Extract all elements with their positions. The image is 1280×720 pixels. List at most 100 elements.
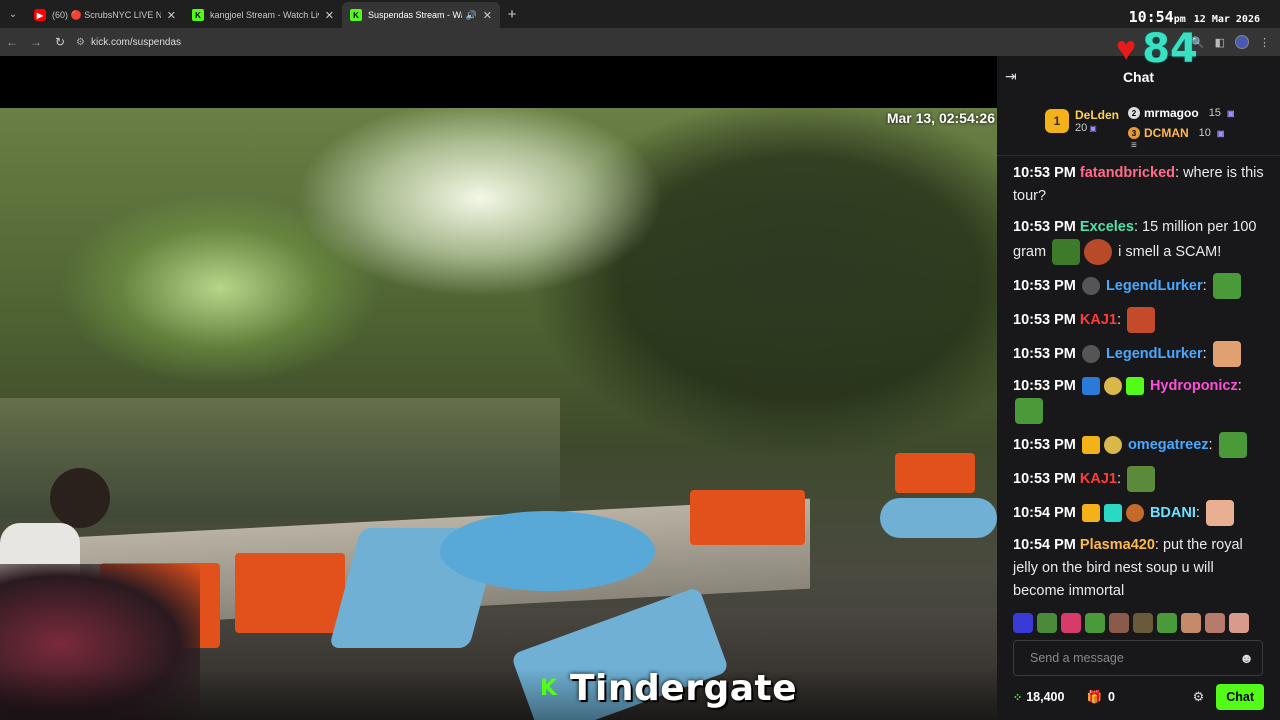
chat-input[interactable]: Send a message ☻: [1013, 640, 1263, 676]
chat-message: 10:53 PM omegatreez:: [1013, 432, 1268, 458]
user-badge: [1125, 504, 1144, 522]
new-tab-button[interactable]: +: [500, 6, 524, 23]
crown-badge: [1081, 504, 1100, 522]
gifter-count: 10: [1198, 127, 1211, 139]
emote: [1127, 466, 1156, 492]
clock-time: 10:54: [1128, 8, 1174, 26]
msg-user[interactable]: BDANI: [1150, 505, 1196, 521]
menu-icon[interactable]: ⋮: [1259, 36, 1270, 49]
address-bar-icons: 🔍 ◧ ⋮: [1191, 35, 1270, 49]
rank-badge: 1: [1045, 109, 1069, 133]
rank-3-icon: 3: [1128, 127, 1140, 139]
points-icon: ⁘: [1013, 691, 1023, 704]
url-field[interactable]: ⚙ kick.com/suspendas: [76, 31, 1191, 53]
emote-button[interactable]: [1133, 613, 1153, 633]
profile-avatar[interactable]: [1235, 35, 1249, 49]
gift-count: 0: [1108, 690, 1115, 704]
gifter-2[interactable]: 2 mrmagoo 15 ▣: [1128, 106, 1235, 120]
heart-count: 84: [1142, 26, 1198, 72]
tab-title: Suspendas Stream - Watch: [368, 10, 462, 20]
top-gifters: 1 DeLden 20 ▣ 2 mrmagoo 15 ▣ 3 DCMAN 10 ▣…: [997, 96, 1280, 156]
emote-button[interactable]: [1109, 613, 1129, 633]
expand-icon[interactable]: ≡: [1131, 140, 1137, 151]
browser-tab-1[interactable]: ▶ (60) 🔴 ScrubsNYC LIVE New Y ✕: [26, 2, 184, 28]
gifter-name: DeLden: [1075, 108, 1120, 122]
emote: [1127, 307, 1156, 333]
caption-text: Tindergate: [570, 668, 798, 709]
video-player[interactable]: Mar 13, 02:54:26 K Tindergate: [0, 56, 997, 720]
msg-time: 10:53 PM: [1013, 165, 1076, 181]
send-chat-button[interactable]: Chat: [1216, 684, 1264, 710]
gifter-3[interactable]: 3 DCMAN 10 ▣: [1128, 126, 1224, 140]
gifter-count: 20: [1075, 122, 1088, 134]
msg-time: 10:53 PM: [1013, 378, 1076, 394]
crown-badge: [1081, 436, 1100, 454]
emote-button[interactable]: [1205, 613, 1225, 633]
emoji-icon[interactable]: ☻: [1239, 650, 1254, 666]
user-badge: [1103, 377, 1122, 396]
kick-icon: K: [350, 9, 362, 21]
user-badge: [1125, 377, 1144, 396]
msg-user[interactable]: KAJ1: [1080, 471, 1117, 487]
user-badge: [1081, 277, 1100, 295]
heart-counter-overlay: ♥ 84: [1116, 26, 1198, 72]
site-info-icon[interactable]: ⚙: [76, 37, 85, 48]
collapse-chat-icon[interactable]: ⇥: [1005, 68, 1017, 85]
msg-user[interactable]: omegatreez: [1128, 437, 1209, 453]
msg-time: 10:53 PM: [1013, 470, 1076, 487]
browser-tab-bar: ⌄ ▶ (60) 🔴 ScrubsNYC LIVE New Y ✕ K kang…: [0, 0, 1280, 28]
chat-panel: ⇥ Chat 1 DeLden 20 ▣ 2 mrmagoo 15 ▣ 3 DCM…: [997, 56, 1280, 720]
speaker-icon[interactable]: 🔊: [466, 10, 477, 21]
tab-title: kangjoel Stream - Watch Live o: [210, 10, 319, 20]
emote-button[interactable]: [1061, 613, 1081, 633]
clock-ampm: pm: [1173, 14, 1186, 25]
sub-gift-icon: ▣: [1089, 124, 1097, 133]
chat-message: 10:53 PM LegendLurker:: [1013, 341, 1268, 367]
stream-caption: K Tindergate: [540, 668, 797, 709]
gift-icon: 🎁: [1086, 689, 1103, 704]
chat-messages: 10:53 PM fatandbricked: where is this to…: [1013, 162, 1268, 611]
msg-user[interactable]: Hydroponicz: [1150, 378, 1238, 394]
user-badge: [1103, 436, 1122, 454]
msg-time: 10:53 PM: [1013, 436, 1076, 453]
back-icon[interactable]: ←: [0, 35, 24, 49]
close-icon[interactable]: ✕: [325, 9, 334, 22]
emote-button[interactable]: [1181, 613, 1201, 633]
msg-time: 10:54 PM: [1013, 504, 1076, 521]
msg-time: 10:53 PM: [1013, 277, 1076, 294]
chat-input-placeholder: Send a message: [1030, 651, 1124, 665]
msg-user[interactable]: fatandbricked: [1080, 165, 1175, 181]
msg-user[interactable]: LegendLurker: [1106, 346, 1203, 362]
browser-tab-2[interactable]: K kangjoel Stream - Watch Live o ✕: [184, 2, 342, 28]
heart-icon: ♥: [1116, 30, 1137, 68]
chat-message: 10:53 PM LegendLurker:: [1013, 273, 1268, 299]
browser-tab-3[interactable]: K Suspendas Stream - Watch 🔊 ✕: [342, 2, 500, 28]
emote: [1212, 341, 1241, 367]
msg-user[interactable]: Plasma420: [1080, 537, 1155, 553]
close-icon[interactable]: ✕: [167, 9, 176, 22]
video-timestamp: Mar 13, 02:54:26: [886, 110, 995, 126]
clock-date: 12 Mar 2026: [1193, 14, 1260, 25]
msg-time: 10:53 PM: [1013, 219, 1076, 235]
emote-button[interactable]: [1037, 613, 1057, 633]
close-icon[interactable]: ✕: [483, 9, 492, 22]
extension-icon[interactable]: ◧: [1215, 36, 1225, 49]
gear-icon[interactable]: ⚙: [1193, 689, 1205, 705]
forward-icon[interactable]: →: [24, 35, 48, 49]
gift-counter[interactable]: 🎁 0: [1086, 690, 1115, 705]
emote-button[interactable]: [1013, 613, 1033, 633]
msg-time: 10:54 PM: [1013, 537, 1076, 553]
emote-button[interactable]: [1157, 613, 1177, 633]
msg-user[interactable]: KAJ1: [1080, 312, 1117, 328]
rank-2-icon: 2: [1128, 107, 1140, 119]
emote: [1218, 432, 1247, 458]
emote-button[interactable]: [1229, 613, 1249, 633]
msg-user[interactable]: Exceles: [1080, 219, 1134, 235]
points-value: 18,400: [1026, 690, 1065, 704]
msg-user[interactable]: LegendLurker: [1106, 278, 1203, 294]
gifter-1[interactable]: 1 DeLden 20 ▣: [1045, 108, 1119, 134]
tab-search-icon[interactable]: ⌄: [0, 0, 26, 28]
emote-button[interactable]: [1085, 613, 1105, 633]
reload-icon[interactable]: ↻: [48, 35, 72, 49]
channel-points[interactable]: ⁘ 18,400: [1013, 690, 1064, 704]
